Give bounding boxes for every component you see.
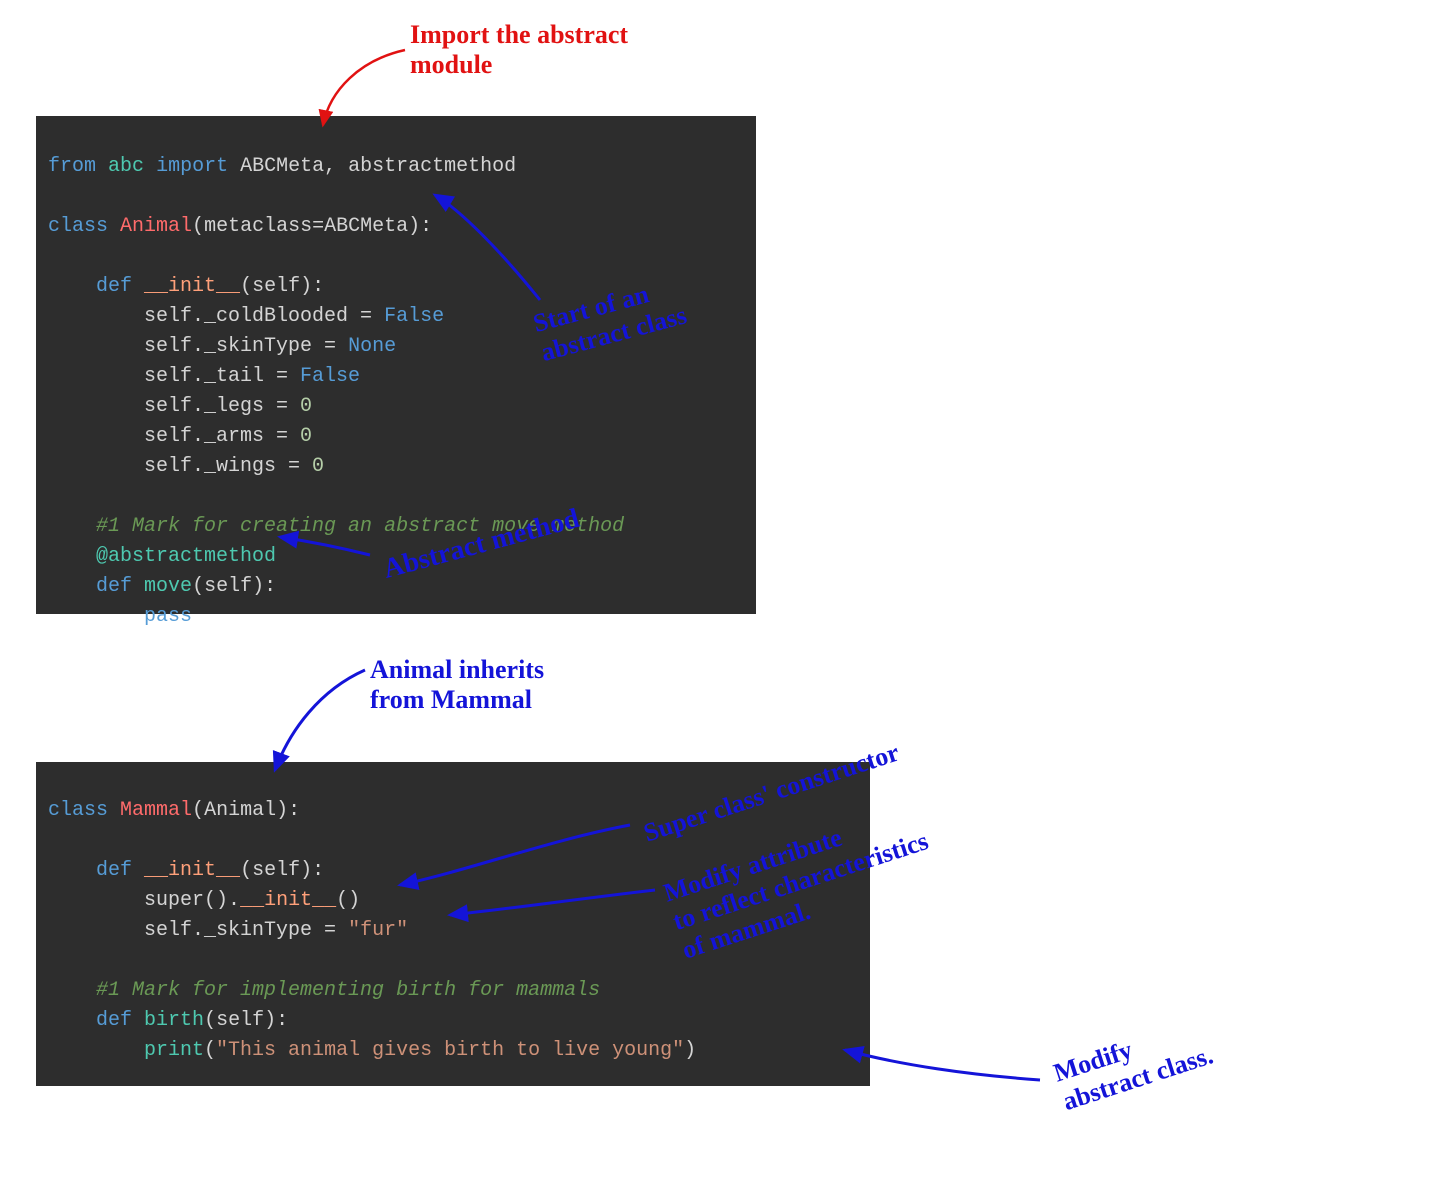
arrow-inherits — [275, 670, 365, 770]
fn-move: move — [144, 575, 192, 598]
super-call: super — [144, 889, 204, 912]
zero3: 0 — [312, 455, 324, 478]
kw-metaclass: metaclass — [204, 215, 312, 238]
str-fur: "fur" — [348, 919, 408, 942]
zero1: 0 — [300, 395, 312, 418]
kw-class: class — [48, 215, 108, 238]
skin-line: self._skinType = — [144, 919, 348, 942]
cls-animal: Animal — [120, 215, 192, 238]
line-arms: self._arms = — [144, 425, 300, 448]
self2: self — [204, 575, 252, 598]
comment-birth: #1 Mark for implementing birth for mamma… — [96, 979, 600, 1002]
annotation-modify-abstract: Modifyabstract class. — [1050, 1012, 1217, 1117]
eq: = — [312, 215, 324, 238]
line-wings: self._wings = — [144, 455, 312, 478]
kw-def4: def — [96, 1009, 132, 1032]
kw-pass: pass — [144, 605, 192, 628]
init-call: __init__ — [240, 889, 336, 912]
init: __init__ — [144, 275, 240, 298]
kw-class2: class — [48, 799, 108, 822]
decorator-abstractmethod: @abstractmethod — [96, 545, 276, 568]
kw-def: def — [96, 275, 132, 298]
annotation-import-abstract: Import the abstractmodule — [410, 20, 628, 80]
false2: False — [300, 365, 360, 388]
false: False — [384, 305, 444, 328]
init2: __init__ — [144, 859, 240, 882]
annotation-animal-inherits: Animal inheritsfrom Mammal — [370, 655, 544, 715]
kw-def2: def — [96, 575, 132, 598]
line-skin: self._skinType = — [144, 335, 348, 358]
none: None — [348, 335, 396, 358]
line-cold: self._coldBlooded = — [144, 305, 384, 328]
kw-from: from — [48, 155, 96, 178]
id-abcmeta: ABCMeta — [240, 155, 324, 178]
line-tail: self._tail = — [144, 365, 300, 388]
kw-import: import — [156, 155, 228, 178]
dot: . — [228, 889, 240, 912]
self4: self — [216, 1009, 264, 1032]
base-animal: Animal — [204, 799, 276, 822]
comma: , — [324, 155, 348, 178]
cls-mammal: Mammal — [120, 799, 192, 822]
fn-print: print — [144, 1039, 204, 1062]
code-block-abstract-class: from abc import ABCMeta, abstractmethod … — [36, 116, 756, 614]
colon: : — [420, 215, 432, 238]
self: self — [252, 275, 300, 298]
str-birth-msg: "This animal gives birth to live young" — [216, 1039, 684, 1062]
arrow-import — [323, 50, 405, 125]
id-abstractmethod: abstractmethod — [348, 155, 516, 178]
line-legs: self._legs = — [144, 395, 300, 418]
id-abcmeta2: ABCMeta — [324, 215, 408, 238]
self3: self — [252, 859, 300, 882]
mod-abc: abc — [108, 155, 144, 178]
arrow-modify-abstract — [845, 1050, 1040, 1080]
kw-def3: def — [96, 859, 132, 882]
zero2: 0 — [300, 425, 312, 448]
fn-birth: birth — [144, 1009, 204, 1032]
